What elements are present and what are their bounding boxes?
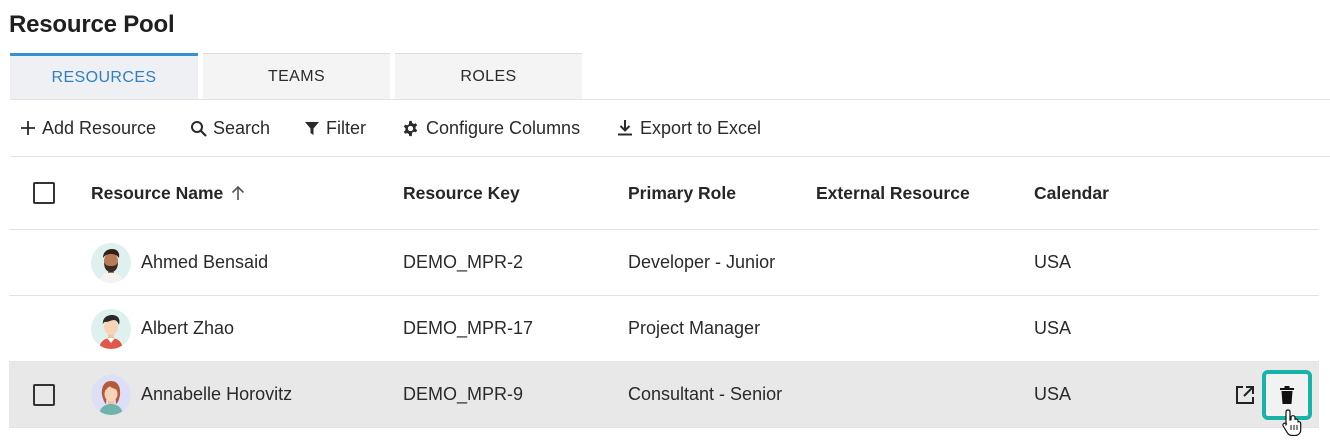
add-resource-button[interactable]: Add Resource [20, 100, 156, 156]
filter-button[interactable]: Filter [304, 100, 366, 156]
open-in-new-button[interactable] [1233, 383, 1257, 407]
resource-key-cell: DEMO_MPR-17 [403, 318, 534, 338]
toolbar: Add Resource Search Filter Configure Col… [0, 100, 900, 156]
search-label: Search [213, 117, 271, 138]
man-beard-avatar [91, 242, 131, 283]
resource-key-cell: DEMO_MPR-2 [403, 252, 524, 272]
arrow-up-icon [232, 185, 245, 200]
primary-role-cell: Project Manager [628, 318, 761, 338]
resource-name-cell: Ahmed Bensaid [141, 252, 269, 272]
table-row-partial [9, 428, 1319, 441]
search-icon [191, 120, 207, 137]
gear-icon [403, 120, 418, 136]
column-header-calendar[interactable]: Calendar [1034, 157, 1109, 229]
resource-table: Resource Name Resource Key Primary Role … [9, 157, 1319, 428]
primary-role-cell: Consultant - Senior [628, 384, 783, 404]
export-to-excel-label: Export to Excel [640, 117, 762, 138]
add-resource-label: Add Resource [42, 117, 157, 138]
plus-icon [21, 121, 35, 135]
table-row[interactable]: Ahmed Bensaid DEMO_MPR-2 Developer - Jun… [9, 230, 1319, 296]
table-row[interactable]: Annabelle Horovitz DEMO_MPR-9 Consultant… [9, 362, 1319, 428]
resource-name-cell: Annabelle Horovitz [141, 384, 293, 404]
configure-columns-button[interactable]: Configure Columns [401, 100, 580, 156]
primary-role-cell: Developer - Junior [628, 252, 776, 272]
column-header-primary-role[interactable]: Primary Role [628, 157, 736, 229]
table-row[interactable]: Albert Zhao DEMO_MPR-17 Project Manager … [9, 296, 1319, 362]
search-button[interactable]: Search [190, 100, 270, 156]
table-header-row: Resource Name Resource Key Primary Role … [9, 157, 1319, 230]
trash-icon [1280, 385, 1294, 404]
open-in-new-icon [1236, 385, 1254, 404]
calendar-cell: USA [1034, 252, 1072, 272]
tab-bar: RESOURCES TEAMS ROLES [10, 53, 587, 99]
tab-teams[interactable]: TEAMS [203, 53, 390, 99]
tab-roles[interactable]: ROLES [395, 53, 582, 99]
configure-columns-label: Configure Columns [426, 117, 581, 138]
download-icon [618, 120, 632, 136]
calendar-cell: USA [1034, 318, 1072, 338]
column-header-resource-key[interactable]: Resource Key [403, 157, 520, 229]
tab-resources[interactable]: RESOURCES [10, 53, 198, 99]
page-title: Resource Pool [9, 11, 175, 38]
filter-icon [305, 122, 319, 135]
woman-avatar [91, 374, 131, 415]
resource-key-cell: DEMO_MPR-9 [403, 384, 524, 404]
column-header-external-resource[interactable]: External Resource [816, 157, 970, 229]
resource-name-cell: Albert Zhao [141, 318, 235, 338]
hand-pointer-icon [1282, 409, 1302, 436]
man-avatar [91, 308, 131, 349]
export-to-excel-button[interactable]: Export to Excel [616, 100, 761, 156]
select-all-checkbox[interactable] [33, 182, 55, 204]
calendar-cell: USA [1034, 384, 1072, 404]
column-header-resource-name[interactable]: Resource Name [91, 157, 245, 229]
filter-label: Filter [326, 117, 366, 138]
resource-name-header-label: Resource Name [91, 182, 224, 203]
row-checkbox[interactable] [33, 383, 55, 406]
